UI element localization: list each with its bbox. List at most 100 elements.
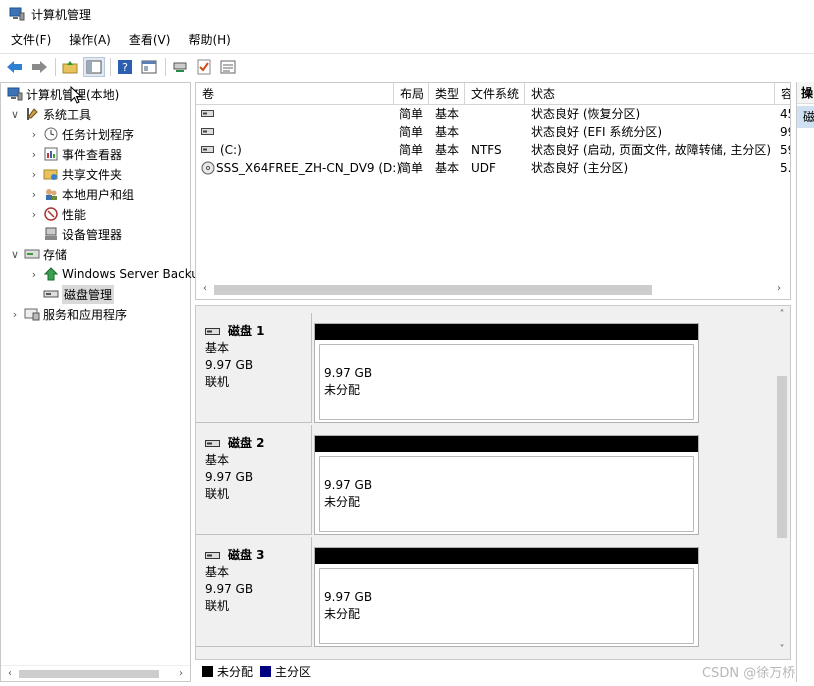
unallocated-partition[interactable]: 9.97 GB 未分配 (314, 547, 699, 647)
tree-item-windows-server-backup[interactable]: › Windows Server Backup (27, 264, 207, 284)
table-row[interactable]: SSS_X64FREE_ZH-CN_DV9 (D:) 简单 基本 UDF 状态良… (196, 159, 790, 177)
column-status[interactable]: 状态 (525, 83, 775, 105)
column-volume[interactable]: 卷 (196, 83, 394, 105)
partition-state: 未分配 (324, 607, 361, 621)
chevron-right-icon[interactable]: › (27, 168, 41, 181)
disk-row[interactable]: 磁盘 3 基本 9.97 GB 联机 9.97 GB 未分配 (196, 537, 700, 647)
volume-status: 状态良好 (启动, 页面文件, 故障转储, 主分区) (531, 143, 772, 157)
scroll-up-icon[interactable]: ˄ (774, 308, 790, 322)
tree-horizontal-scrollbar[interactable]: ‹ › (1, 665, 190, 681)
tree-item-event-viewer[interactable]: › 事件查看器 (27, 144, 122, 164)
scroll-thumb[interactable] (19, 670, 159, 678)
chevron-right-icon[interactable]: › (27, 208, 41, 221)
table-row[interactable]: (C:) 简单 基本 NTFS 状态良好 (启动, 页面文件, 故障转储, 主分… (196, 141, 790, 159)
scroll-left-icon[interactable]: ‹ (198, 281, 212, 297)
unallocated-partition[interactable]: 9.97 GB 未分配 (314, 323, 699, 423)
unallocated-partition[interactable]: 9.97 GB 未分配 (314, 435, 699, 535)
actions-item-disk-management[interactable]: 磁 (797, 106, 814, 128)
tree-label: 设备管理器 (62, 227, 123, 242)
up-folder-icon[interactable] (59, 57, 81, 77)
performance-icon (43, 206, 59, 222)
disk-management-icon (43, 286, 59, 302)
disk-icon (205, 440, 220, 447)
tree-label: 事件查看器 (62, 147, 123, 162)
disk-state: 联机 (205, 375, 230, 389)
tree-item-task-scheduler[interactable]: › 任务计划程序 (27, 124, 134, 144)
show-hide-tree-icon[interactable] (83, 56, 105, 77)
connect-icon[interactable] (169, 57, 191, 77)
disk-info[interactable]: 磁盘 2 基本 9.97 GB 联机 (196, 425, 312, 535)
scroll-left-icon[interactable]: ‹ (3, 666, 17, 682)
toolbar-separator (110, 57, 111, 76)
tree-item-computer-management[interactable]: 计算机管理(本地) (5, 84, 119, 104)
chevron-down-icon[interactable]: ∨ (8, 108, 22, 121)
disk-layout-view: 磁盘 1 基本 9.97 GB 联机 9.97 GB 未分配 磁盘 2 基本 9… (195, 305, 791, 660)
scroll-down-icon[interactable]: ˅ (774, 643, 790, 657)
column-type[interactable]: 类型 (429, 83, 465, 105)
table-row[interactable]: 简单 基本 状态良好 (EFI 系统分区) 99 (196, 123, 790, 141)
chevron-right-icon[interactable]: › (8, 308, 22, 321)
tree-item-system-tools[interactable]: ∨ 系统工具 (8, 104, 91, 124)
tree-item-storage[interactable]: ∨ 存储 (8, 244, 67, 264)
chevron-right-icon[interactable]: › (27, 268, 41, 281)
shared-folder-icon (43, 166, 59, 182)
check-icon[interactable] (193, 57, 215, 77)
scroll-thumb[interactable] (777, 376, 787, 538)
chevron-right-icon[interactable]: › (27, 128, 41, 141)
disk-row[interactable]: 磁盘 2 基本 9.97 GB 联机 9.97 GB 未分配 (196, 425, 700, 535)
disk-size: 9.97 GB (205, 358, 254, 372)
chevron-down-icon[interactable]: ∨ (8, 248, 22, 261)
disk-icon (205, 328, 220, 335)
menu-action[interactable]: 操作(A) (59, 30, 119, 50)
partition-body[interactable]: 9.97 GB 未分配 (319, 456, 694, 532)
scroll-right-icon[interactable]: › (772, 281, 786, 297)
volume-capacity: 45 (780, 107, 790, 121)
menu-file[interactable]: 文件(F) (0, 30, 59, 50)
tree-label: 服务和应用程序 (43, 307, 128, 322)
scroll-right-icon[interactable]: › (174, 666, 188, 682)
menu-help[interactable]: 帮助(H) (178, 30, 238, 50)
column-filesystem[interactable]: 文件系统 (465, 83, 525, 105)
tree-label: 共享文件夹 (62, 167, 123, 182)
users-icon (43, 186, 59, 202)
partition-body[interactable]: 9.97 GB 未分配 (319, 568, 694, 644)
tree-label: 系统工具 (43, 107, 92, 122)
volume-horizontal-scrollbar[interactable]: ‹ › (196, 281, 790, 297)
disk-row[interactable]: 磁盘 1 基本 9.97 GB 联机 9.97 GB 未分配 (196, 313, 700, 423)
disk-vertical-scrollbar[interactable]: ˄ ˅ (774, 306, 790, 659)
disk-info[interactable]: 磁盘 3 基本 9.97 GB 联机 (196, 537, 312, 647)
back-arrow-icon[interactable] (4, 57, 26, 77)
partition-body[interactable]: 9.97 GB 未分配 (319, 344, 694, 420)
volume-filesystem: UDF (471, 161, 496, 175)
tree-item-disk-management[interactable]: 磁盘管理 (41, 284, 115, 304)
navigation-tree: 计算机管理(本地) ∨ 系统工具 › 任务计划程序 › 事件查看器 › 共享文件… (0, 82, 207, 682)
list-view-icon[interactable] (217, 57, 239, 77)
properties-icon[interactable] (138, 57, 160, 77)
legend-item: 主分区 (260, 663, 311, 680)
table-row[interactable]: 简单 基本 状态良好 (恢复分区) 45 (196, 105, 790, 123)
help-icon[interactable]: ? (114, 57, 136, 77)
forward-arrow-icon[interactable] (28, 57, 50, 77)
volume-layout: 简单 (399, 161, 424, 175)
partition-color-bar (315, 548, 698, 564)
tools-icon (24, 106, 40, 122)
backup-icon (43, 266, 59, 282)
disk-info[interactable]: 磁盘 1 基本 9.97 GB 联机 (196, 313, 312, 423)
toolbar-separator (165, 57, 166, 76)
tree-item-services-apps[interactable]: › 服务和应用程序 (8, 304, 127, 324)
tree-item-shared-folders[interactable]: › 共享文件夹 (27, 164, 122, 184)
partition-color-bar (315, 324, 698, 340)
tree-item-device-manager[interactable]: 设备管理器 (41, 224, 122, 244)
menu-view[interactable]: 查看(V) (119, 30, 179, 50)
column-layout[interactable]: 布局 (394, 83, 429, 105)
disk-icon (205, 552, 220, 559)
tree-item-performance[interactable]: › 性能 (27, 204, 86, 224)
chevron-right-icon[interactable]: › (27, 188, 41, 201)
tree-item-local-users[interactable]: › 本地用户和组 (27, 184, 134, 204)
storage-icon (24, 246, 40, 262)
volume-type: 基本 (435, 143, 460, 157)
legend-swatch-primary (260, 665, 272, 677)
scroll-thumb[interactable] (214, 285, 652, 295)
chevron-right-icon[interactable]: › (27, 148, 41, 161)
column-capacity[interactable]: 容 (775, 83, 790, 105)
